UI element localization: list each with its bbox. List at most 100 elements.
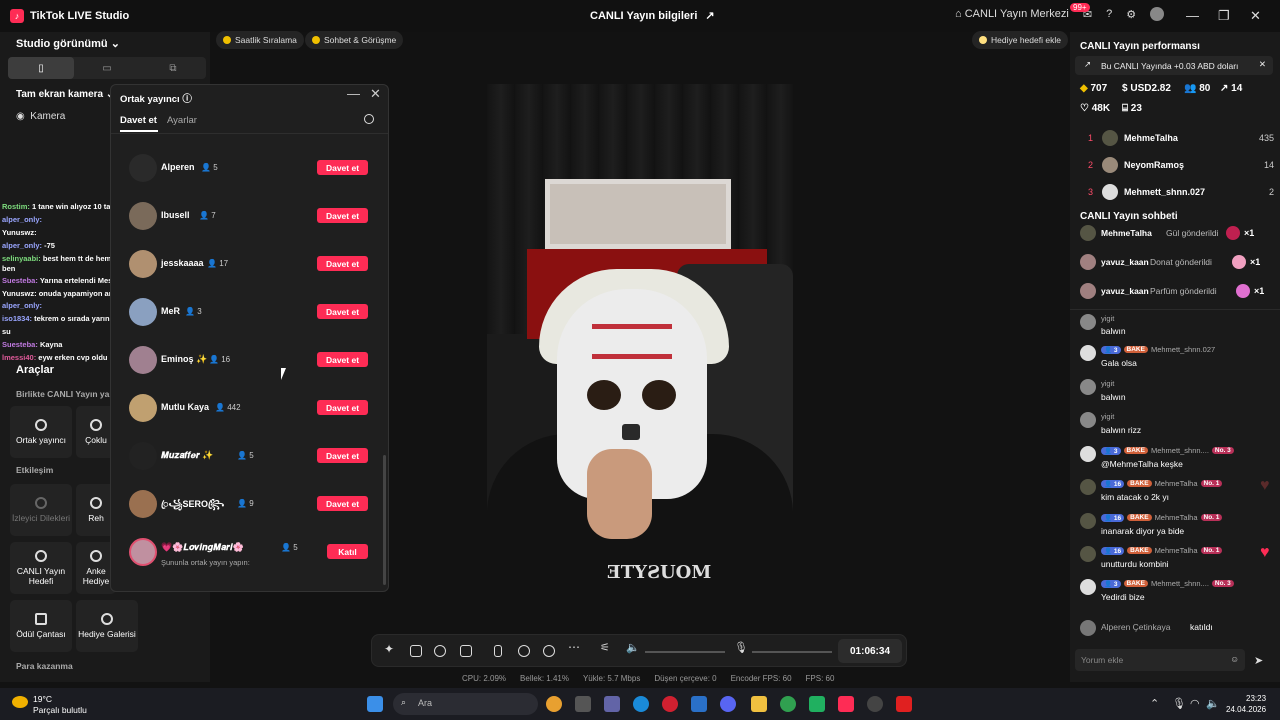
tiktok-live-studio-icon[interactable] <box>838 696 854 712</box>
search-icon[interactable] <box>364 114 374 124</box>
microphone-icon[interactable]: 🎙 <box>734 641 748 654</box>
chrome-icon[interactable] <box>546 696 562 712</box>
record-icon[interactable] <box>518 645 530 657</box>
ai-icon[interactable] <box>434 645 446 657</box>
start-icon[interactable] <box>367 696 383 712</box>
hourly-ranking-chip[interactable]: Saatlik Sıralama <box>216 31 304 49</box>
landscape-view-button[interactable]: ▭ <box>74 57 140 79</box>
modal-minimize-button[interactable]: — <box>347 86 360 101</box>
invite-button[interactable]: Davet et <box>317 496 368 511</box>
ranking-row[interactable]: 1 MehmeTalha 435 <box>1070 128 1280 150</box>
more-icon[interactable]: ⋯ <box>568 640 580 654</box>
portrait-view-button[interactable]: ▯ <box>8 57 74 79</box>
mask-graffiti <box>592 324 672 359</box>
sliders-icon[interactable]: ⚟ <box>600 641 612 654</box>
capture-icon[interactable] <box>543 645 555 657</box>
mic-slider[interactable] <box>752 651 832 653</box>
minimize-window-button[interactable]: — <box>1186 8 1199 23</box>
level-badge: 👤 3 <box>1101 345 1121 354</box>
help-icon[interactable]: ? <box>1106 8 1112 20</box>
profile-avatar[interactable] <box>1150 7 1165 21</box>
magic-wand-icon[interactable]: ✦ <box>384 642 396 656</box>
studio-view-dropdown[interactable]: Studio görünümü ⌄ <box>16 37 120 50</box>
opera-icon[interactable] <box>662 696 678 712</box>
info-icon[interactable]: ⓘ <box>182 94 192 105</box>
live-goal-tool-button[interactable]: CANLI Yayın Hedefi <box>10 542 72 594</box>
ranking-row[interactable]: 3 Mehmett_shnn.027 2 <box>1070 182 1280 204</box>
weather-widget[interactable]: 19°C Parçalı bulutlu <box>33 694 87 716</box>
invite-button[interactable]: Davet et <box>317 304 368 319</box>
app-icon[interactable] <box>809 696 825 712</box>
gift-gallery-tool-button[interactable]: Hediye Galerisi <box>76 600 138 652</box>
co-host-tool-button[interactable]: Ortak yayıncı <box>10 406 72 458</box>
invite-button[interactable]: Davet et <box>317 256 368 271</box>
teams-icon[interactable] <box>604 696 620 712</box>
chevron-up-icon[interactable]: ⌃ <box>1150 697 1159 710</box>
screen-icon[interactable] <box>460 645 472 657</box>
gift-sender: yavuz_kaan <box>1101 286 1149 296</box>
invite-button[interactable]: Davet et <box>317 208 368 223</box>
app-icon[interactable] <box>867 696 883 712</box>
clock[interactable]: 23:23 24.04.2026 <box>1226 693 1266 715</box>
overlay-user: iso1834: <box>2 314 33 324</box>
avatar <box>1080 546 1096 562</box>
task-view-icon[interactable] <box>575 696 591 712</box>
store-icon[interactable] <box>691 696 707 712</box>
invite-button[interactable]: Davet et <box>317 160 368 175</box>
edge-icon[interactable] <box>633 696 649 712</box>
file-explorer-icon[interactable] <box>751 696 767 712</box>
donut-gift-icon <box>1232 255 1246 269</box>
level-badge: 👤 16 <box>1101 513 1125 522</box>
live-center-button[interactable]: ⌂ CANLI Yayın Merkezi <box>955 8 1069 20</box>
close-icon[interactable]: ✕ <box>1259 59 1266 70</box>
comment-input[interactable]: Yorum ekle ☺ <box>1075 649 1245 671</box>
volume-tray-icon[interactable]: 🔈 <box>1206 697 1220 710</box>
chrome-alt-icon[interactable] <box>780 696 796 712</box>
taskbar-search[interactable]: ⌕ Ara <box>393 693 538 715</box>
wifi-icon[interactable]: ◠ <box>1190 697 1200 710</box>
rank-number: 1 <box>1088 133 1094 143</box>
live-timer: 01:06:34 <box>838 639 902 663</box>
tab-settings[interactable]: Ayarlar <box>167 115 197 126</box>
follower-count-value: 16 <box>221 355 231 364</box>
camera-source[interactable]: ◉ Kamera <box>16 111 65 122</box>
maximize-window-button[interactable]: ❐ <box>1218 8 1230 24</box>
discord-icon[interactable] <box>720 696 736 712</box>
join-button[interactable]: Katıl <box>327 544 368 559</box>
speaker-icon[interactable]: 🔈 <box>626 641 640 654</box>
rank-name: Mehmett_shnn.027 <box>1124 187 1206 197</box>
scene-dropdown[interactable]: Tam ekran kamera ⌄ <box>16 89 114 100</box>
youtube-icon[interactable] <box>896 696 912 712</box>
emoji-icon[interactable]: ☺ <box>1230 654 1239 664</box>
close-window-button[interactable]: ✕ <box>1250 8 1261 24</box>
settings-gear-icon[interactable]: ⚙ <box>1126 8 1136 21</box>
gift-multiplier: ×1 <box>1250 257 1261 267</box>
reward-bag-tool-button[interactable]: Ödül Çantası <box>10 600 72 652</box>
mask-nose <box>622 424 640 440</box>
co-host-row: Mutlu Kaya 👤 442 Davet et <box>129 394 369 424</box>
avatar <box>1080 579 1096 595</box>
send-icon[interactable]: ➤ <box>1254 654 1263 667</box>
ranking-row[interactable]: 2 NeyomRamoş 14 <box>1070 155 1280 177</box>
message-text: balwın <box>1101 326 1126 336</box>
invite-button[interactable]: Davet et <box>317 448 368 463</box>
viewer-requests-tool-button[interactable]: İzleyici Dilekleri <box>10 484 72 536</box>
invite-button[interactable]: Davet et <box>317 400 368 415</box>
microphone-tray-icon[interactable]: 🎙 <box>1172 697 1186 710</box>
gift-goal-chip[interactable]: Hediye hedefi ekle <box>972 31 1068 49</box>
overlay-user: alper_only: <box>2 301 43 311</box>
users-icon <box>90 419 102 431</box>
volume-slider[interactable] <box>645 651 725 653</box>
layout-icon[interactable] <box>410 645 422 657</box>
modal-close-button[interactable]: ✕ <box>370 86 381 102</box>
message-text: kim atacak o 2k yı <box>1101 492 1170 502</box>
tab-invite[interactable]: Davet et <box>120 115 157 126</box>
split-view-button[interactable]: ⧉ <box>140 57 206 79</box>
modal-scrollbar[interactable] <box>383 455 386 585</box>
live-info-button[interactable]: CANLI Yayın bilgileri ↗ <box>590 9 715 23</box>
phone-icon[interactable] <box>494 645 502 657</box>
message-user: Mehmett_shnn.... <box>1150 579 1209 588</box>
chat-meeting-chip[interactable]: Sohbet & Görüşme <box>305 31 404 49</box>
invite-button[interactable]: Davet et <box>317 352 368 367</box>
co-host-row: MeR 👤 3 Davet et <box>129 298 369 328</box>
